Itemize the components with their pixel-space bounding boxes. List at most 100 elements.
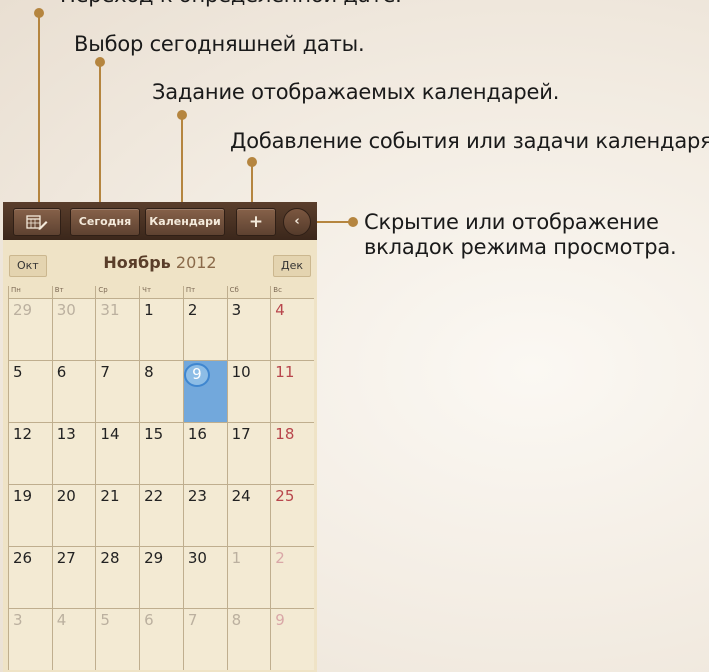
day-number: 27: [56, 549, 76, 567]
day-number: 19: [13, 487, 33, 505]
calendars-button[interactable]: Календари: [145, 208, 225, 236]
day-number: 20: [56, 487, 76, 505]
calendar-pen-icon: [26, 215, 48, 230]
day-cell[interactable]: 24: [226, 484, 271, 546]
day-number: 29: [144, 549, 164, 567]
day-cell[interactable]: 7: [95, 360, 140, 422]
day-cell-today[interactable]: 9: [182, 360, 227, 422]
day-number: 4: [275, 301, 285, 319]
day-number: 22: [144, 487, 164, 505]
day-cell[interactable]: 22: [139, 484, 183, 546]
weekday-header: Вс: [270, 286, 314, 298]
day-number: 28: [100, 549, 120, 567]
callout-line-add: [251, 161, 253, 208]
day-number: 31: [100, 301, 120, 319]
day-number: 8: [144, 363, 154, 381]
day-cell[interactable]: 31: [95, 298, 140, 360]
day-cell[interactable]: 30: [182, 546, 227, 608]
day-cell[interactable]: 18: [270, 422, 314, 484]
day-cell[interactable]: 2: [182, 298, 227, 360]
day-cell[interactable]: 2: [270, 546, 314, 608]
day-cell[interactable]: 29: [8, 298, 52, 360]
day-number: 8: [231, 611, 242, 629]
day-number: 2: [187, 301, 198, 319]
day-number: 4: [56, 611, 67, 629]
day-cell[interactable]: 27: [51, 546, 96, 608]
day-number: 1: [231, 549, 242, 567]
weekday-header: Вт: [51, 286, 96, 298]
day-number: 3: [13, 611, 23, 629]
day-cell[interactable]: 4: [51, 608, 96, 670]
month-name: Ноябрь: [103, 253, 171, 272]
day-cell[interactable]: 9: [270, 608, 314, 670]
weekday-header: Пт: [182, 286, 227, 298]
day-number: 11: [275, 363, 295, 381]
day-number: 24: [231, 487, 251, 505]
day-number: 7: [187, 611, 198, 629]
day-cell[interactable]: 5: [95, 608, 140, 670]
calendar-app: Сегодня Календари + ‹ Окт Ноябрь 2012 Де…: [3, 202, 317, 672]
callout-line-toggle: [316, 221, 351, 223]
today-button[interactable]: Сегодня: [70, 208, 140, 236]
day-cell[interactable]: 1: [139, 298, 183, 360]
day-cell[interactable]: 6: [139, 608, 183, 670]
goto-date-button[interactable]: [13, 208, 61, 236]
day-cell[interactable]: 12: [8, 422, 52, 484]
day-number: 15: [144, 425, 164, 443]
day-cell[interactable]: 5: [8, 360, 52, 422]
day-cell[interactable]: 10: [226, 360, 271, 422]
day-number: 26: [13, 549, 33, 567]
day-number: 13: [56, 425, 76, 443]
day-number: 6: [56, 363, 67, 381]
day-number: 9: [275, 611, 285, 629]
callout-line-today: [99, 62, 101, 208]
weekday-header: Чт: [139, 286, 183, 298]
day-cell[interactable]: 19: [8, 484, 52, 546]
day-cell[interactable]: 21: [95, 484, 140, 546]
annotation-today: Выбор сегодняшней даты.: [74, 32, 365, 56]
annotation-add: Добавление события или задачи календаря.: [230, 129, 709, 153]
day-number: 12: [13, 425, 33, 443]
annotation-toggle-line2: вкладок режима просмотра.: [364, 235, 677, 259]
day-number: 5: [100, 611, 110, 629]
day-number: 29: [13, 301, 33, 319]
day-cell[interactable]: 6: [51, 360, 96, 422]
day-number: 2: [275, 549, 285, 567]
day-number: 17: [231, 425, 251, 443]
day-cell[interactable]: 20: [51, 484, 96, 546]
callout-line-calendars: [181, 114, 183, 208]
day-cell[interactable]: 3: [226, 298, 271, 360]
day-number: 1: [144, 301, 154, 319]
day-cell[interactable]: 23: [182, 484, 227, 546]
day-cell[interactable]: 25: [270, 484, 314, 546]
day-cell[interactable]: 29: [139, 546, 183, 608]
annotation-calendars: Задание отображаемых календарей.: [152, 80, 560, 104]
day-cell[interactable]: 11: [270, 360, 314, 422]
day-cell[interactable]: 8: [139, 360, 183, 422]
day-cell[interactable]: 8: [226, 608, 271, 670]
weekday-header: Пн: [8, 286, 52, 298]
day-cell[interactable]: 14: [95, 422, 140, 484]
day-number: 25: [275, 487, 295, 505]
month-year: 2012: [175, 253, 217, 272]
day-cell[interactable]: 13: [51, 422, 96, 484]
day-cell[interactable]: 17: [226, 422, 271, 484]
day-number: 10: [231, 363, 251, 381]
day-cell[interactable]: 30: [51, 298, 96, 360]
weekday-header: Сб: [226, 286, 271, 298]
toggle-view-tabs-button[interactable]: ‹: [283, 208, 311, 236]
add-event-button[interactable]: +: [236, 208, 276, 236]
day-number: 9: [183, 363, 210, 387]
day-cell[interactable]: 26: [8, 546, 52, 608]
day-cell[interactable]: 1: [226, 546, 271, 608]
next-month-button[interactable]: Дек: [272, 255, 311, 277]
day-cell[interactable]: 3: [8, 608, 52, 670]
day-cell[interactable]: 15: [139, 422, 183, 484]
day-cell[interactable]: 7: [182, 608, 227, 670]
day-number: 3: [231, 301, 242, 319]
day-number: 16: [187, 425, 207, 443]
month-title: Ноябрь 2012: [3, 253, 317, 272]
day-cell[interactable]: 16: [182, 422, 227, 484]
day-cell[interactable]: 28: [95, 546, 140, 608]
day-cell[interactable]: 4: [270, 298, 314, 360]
